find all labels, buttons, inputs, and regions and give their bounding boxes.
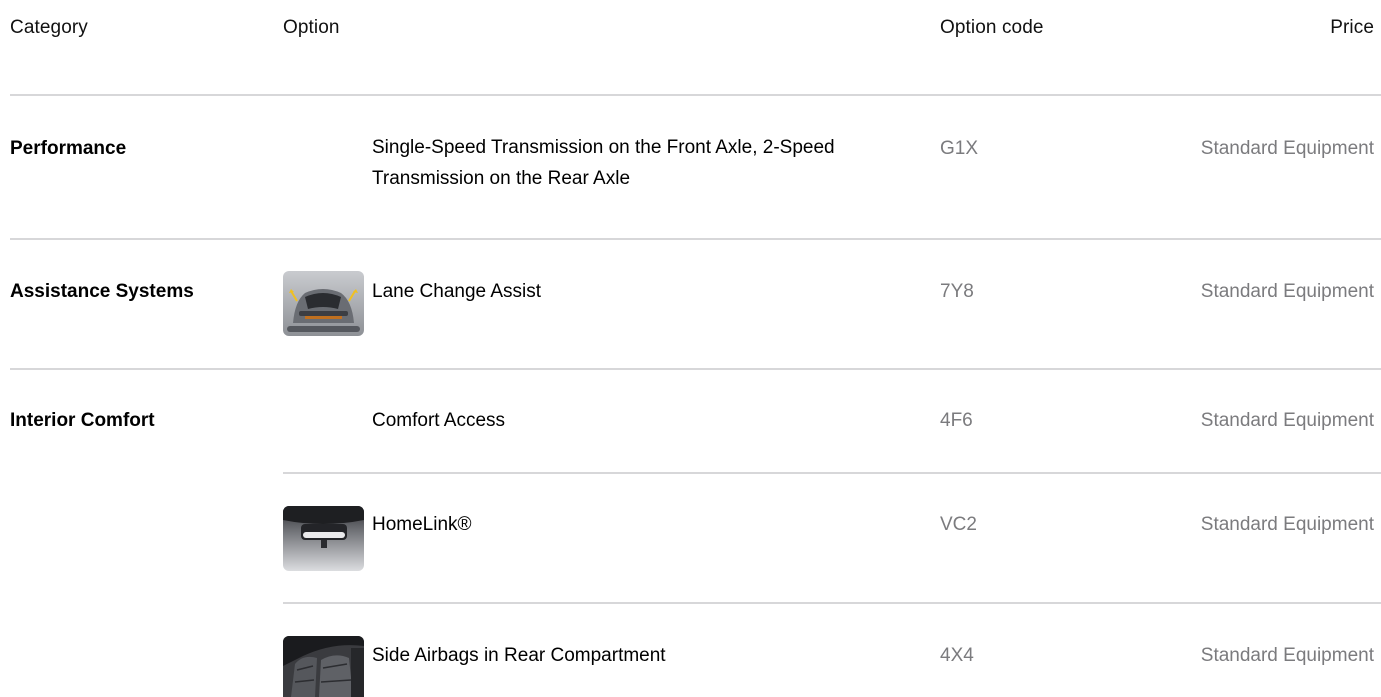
column-header-option: Option xyxy=(283,17,340,38)
option-code: G1X xyxy=(940,138,979,159)
category-label: Interior Comfort xyxy=(10,410,155,431)
option-price: Standard Equipment xyxy=(1200,645,1374,666)
option-code: 4F6 xyxy=(940,410,973,431)
option-code: 7Y8 xyxy=(940,281,974,302)
row-divider xyxy=(10,368,1381,370)
header-divider xyxy=(10,94,1381,96)
option-price: Standard Equipment xyxy=(1200,514,1374,535)
lane-change-assist-car-rear-image[interactable] xyxy=(283,271,364,336)
option-price: Standard Equipment xyxy=(1200,138,1374,159)
option-code: 4X4 xyxy=(940,645,974,666)
option-name: Single-Speed Transmission on the Front A… xyxy=(372,137,835,189)
option-price: Standard Equipment xyxy=(1200,281,1374,302)
homelink-rearview-mirror-image[interactable] xyxy=(283,506,364,571)
option-code: VC2 xyxy=(940,514,977,535)
row-divider xyxy=(10,238,1381,240)
column-header-category: Category xyxy=(10,17,88,38)
category-label: Assistance Systems xyxy=(10,281,194,302)
option-name: Side Airbags in Rear Compartment xyxy=(372,645,666,666)
column-header-option-code: Option code xyxy=(940,17,1044,38)
option-price: Standard Equipment xyxy=(1200,410,1374,431)
row-divider xyxy=(283,602,1381,604)
row-divider xyxy=(283,472,1381,474)
category-label: Performance xyxy=(10,138,127,159)
option-name: HomeLink® xyxy=(372,514,472,535)
option-name: Comfort Access xyxy=(372,410,506,431)
column-header-price: Price xyxy=(1330,17,1374,38)
rear-seat-interior-image[interactable] xyxy=(283,636,364,697)
option-name: Lane Change Assist xyxy=(372,281,542,302)
